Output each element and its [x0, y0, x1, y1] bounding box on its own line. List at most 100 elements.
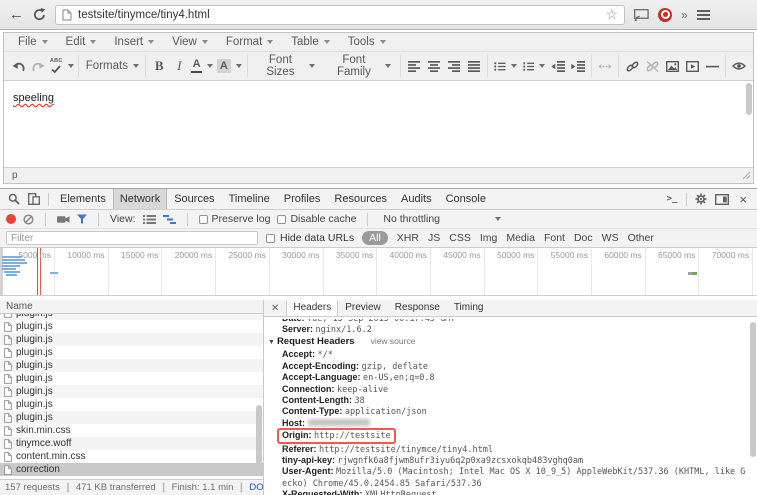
page-break-button[interactable] [595, 54, 615, 78]
request-row[interactable]: plugin.js [0, 372, 263, 385]
insert-link-button[interactable] [622, 54, 642, 78]
request-row[interactable]: correction [0, 463, 263, 476]
view-source-link[interactable]: view source [371, 336, 416, 346]
italic-button[interactable]: I [169, 54, 189, 78]
disable-cache-checkbox[interactable] [277, 215, 286, 224]
clear-icon[interactable] [23, 214, 34, 225]
insert-image-button[interactable] [662, 54, 682, 78]
back-button[interactable]: ← [9, 7, 24, 22]
filter-type-font[interactable]: Font [544, 232, 565, 244]
background-color-button[interactable]: A [215, 54, 244, 78]
formats-dropdown[interactable]: Formats [82, 54, 142, 78]
name-column-header[interactable]: Name [0, 300, 263, 314]
align-right-button[interactable] [444, 54, 464, 78]
spellcheck-button[interactable]: ABC [48, 54, 75, 78]
search-icon[interactable] [4, 193, 24, 205]
detail-tab-response[interactable]: Response [388, 300, 447, 316]
reload-icon[interactable] [33, 8, 46, 21]
preserve-log-label[interactable]: Preserve log [212, 213, 271, 225]
view-waterfall-icon[interactable] [163, 215, 176, 224]
request-row[interactable]: tinymce.woff [0, 437, 263, 450]
filter-type-js[interactable]: JS [428, 232, 440, 244]
remove-link-button[interactable] [642, 54, 662, 78]
menu-file[interactable]: File [9, 33, 57, 51]
devtools-tab-console[interactable]: Console [439, 189, 493, 209]
filter-type-doc[interactable]: Doc [574, 232, 593, 244]
record-button[interactable] [6, 214, 16, 224]
address-bar[interactable]: testsite/tinymce/tiny4.html ☆ [55, 5, 625, 25]
insert-media-button[interactable] [682, 54, 702, 78]
filter-type-img[interactable]: Img [480, 232, 498, 244]
disclosure-triangle-icon[interactable]: ▼ [268, 339, 275, 346]
font-sizes-dropdown[interactable]: Font Sizes [250, 54, 321, 78]
details-scrollbar[interactable] [750, 322, 756, 457]
request-row[interactable]: plugin.js [0, 333, 263, 346]
undo-button[interactable] [8, 54, 28, 78]
request-row[interactable]: plugin.js [0, 320, 263, 333]
detail-tab-timing[interactable]: Timing [447, 300, 491, 316]
devtools-tab-sources[interactable]: Sources [167, 189, 221, 209]
misspelled-word[interactable]: speeling [13, 92, 54, 104]
dock-side-icon[interactable] [711, 194, 733, 205]
bullet-list-button[interactable] [491, 54, 520, 78]
menu-tools[interactable]: Tools [339, 33, 395, 51]
text-color-button[interactable]: A [189, 54, 215, 78]
align-left-button[interactable] [404, 54, 424, 78]
numbered-list-button[interactable] [520, 54, 549, 78]
gear-icon[interactable] [691, 193, 711, 205]
devtools-tab-audits[interactable]: Audits [394, 189, 439, 209]
view-list-icon[interactable] [143, 215, 156, 224]
redo-button[interactable] [28, 54, 48, 78]
hide-data-urls-label[interactable]: Hide data URLs [280, 232, 354, 244]
more-extensions-chevron[interactable]: » [681, 8, 688, 22]
request-row[interactable]: content.min.css [0, 450, 263, 463]
disable-cache-label[interactable]: Disable cache [290, 213, 356, 225]
detail-close-icon[interactable]: ✕ [264, 303, 286, 314]
justify-button[interactable] [464, 54, 484, 78]
decrease-indent-button[interactable] [548, 54, 568, 78]
devtools-tab-timeline[interactable]: Timeline [222, 189, 277, 209]
menu-format[interactable]: Format [217, 33, 282, 51]
devtools-tab-elements[interactable]: Elements [53, 189, 113, 209]
device-toolbar-icon[interactable] [24, 193, 44, 205]
filter-funnel-icon[interactable] [77, 214, 87, 224]
summary-domcontentloaded[interactable]: DOMContentLo... [249, 482, 263, 493]
filter-type-xhr[interactable]: XHR [397, 232, 419, 244]
request-row[interactable]: plugin.js [0, 398, 263, 411]
horizontal-rule-button[interactable] [702, 54, 722, 78]
url-text[interactable]: testsite/tinymce/tiny4.html [78, 9, 599, 21]
editor-scrollbar[interactable] [746, 83, 752, 115]
menu-table[interactable]: Table [282, 33, 339, 51]
request-row[interactable]: skin.min.css [0, 424, 263, 437]
resize-grip-icon[interactable] [742, 171, 751, 180]
detail-tab-preview[interactable]: Preview [338, 300, 388, 316]
console-drawer-icon[interactable]: >_ [662, 194, 683, 204]
close-icon[interactable]: × [733, 192, 753, 207]
align-center-button[interactable] [424, 54, 444, 78]
filter-type-all[interactable]: All [362, 231, 388, 245]
network-overview[interactable]: 5000 ms10000 ms15000 ms20000 ms25000 ms3… [0, 248, 757, 296]
filter-type-media[interactable]: Media [506, 232, 535, 244]
filter-type-css[interactable]: CSS [449, 232, 471, 244]
detail-tab-headers[interactable]: Headers [286, 300, 338, 316]
font-family-dropdown[interactable]: Font Family [321, 54, 397, 78]
filter-type-other[interactable]: Other [628, 232, 654, 244]
devtools-tab-network[interactable]: Network [113, 189, 167, 209]
filter-input[interactable] [6, 231, 258, 245]
devtools-tab-profiles[interactable]: Profiles [277, 189, 328, 209]
increase-indent-button[interactable] [568, 54, 588, 78]
devtools-tab-resources[interactable]: Resources [327, 189, 394, 209]
browser-menu-icon[interactable] [697, 10, 710, 20]
element-path[interactable]: p [12, 170, 18, 181]
request-list-scrollbar[interactable] [256, 405, 262, 465]
menu-edit[interactable]: Edit [57, 33, 106, 51]
menu-insert[interactable]: Insert [105, 33, 163, 51]
bookmark-star-icon[interactable]: ☆ [605, 6, 618, 23]
hide-data-urls-checkbox[interactable] [266, 234, 275, 243]
request-row[interactable]: plugin.js [0, 385, 263, 398]
menu-view[interactable]: View [163, 33, 217, 51]
throttling-dropdown[interactable]: No throttling [379, 213, 501, 225]
filter-type-ws[interactable]: WS [602, 232, 619, 244]
preview-button[interactable] [729, 54, 749, 78]
request-row[interactable]: plugin.js [0, 411, 263, 424]
